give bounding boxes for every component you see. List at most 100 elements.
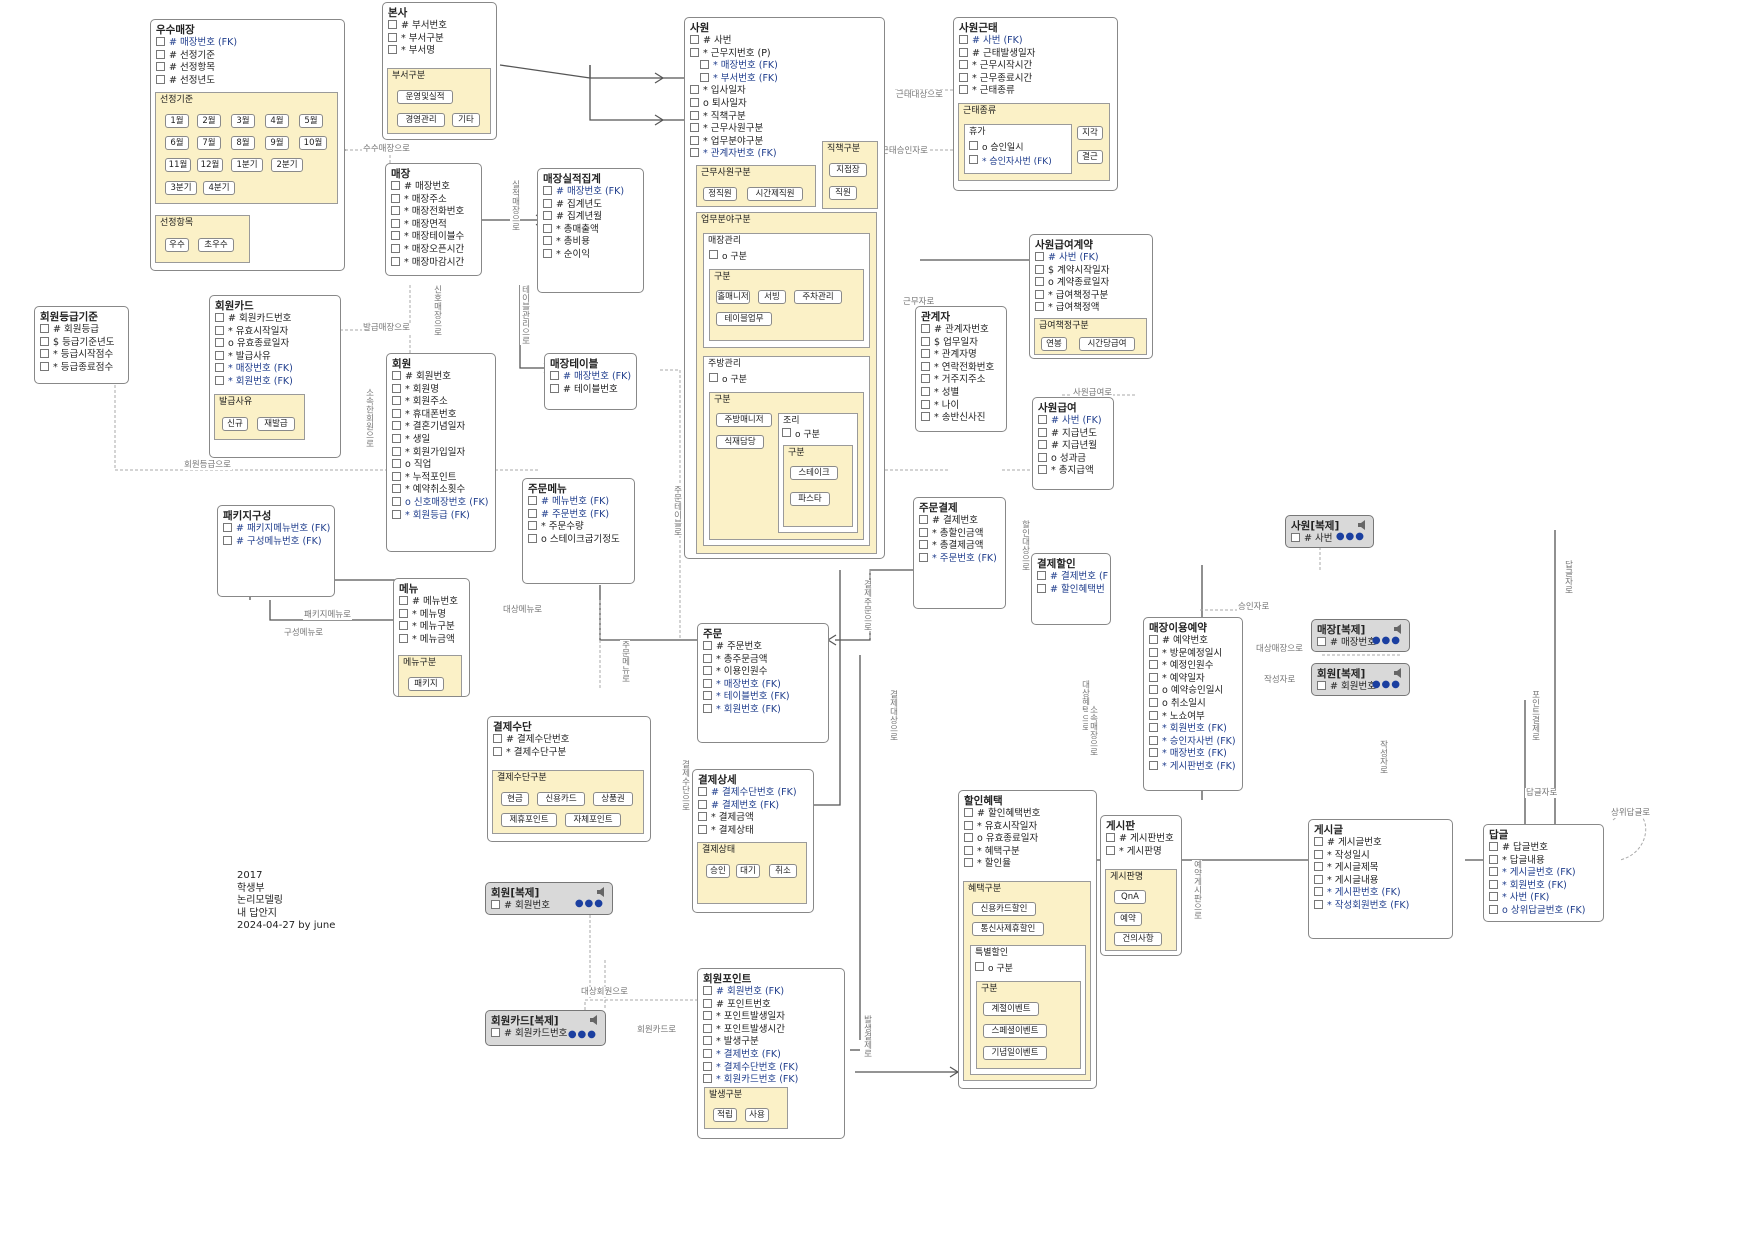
chip: 정직원 <box>703 187 737 201</box>
entity-member[interactable]: 회원 # 회원번호 * 회원명 * 회원주소 * 휴대폰번호 * 결혼기념일자 … <box>386 353 496 552</box>
attr: * 회원명 <box>405 383 439 395</box>
entity-payment-detail[interactable]: 결제상세 # 결제수단번호 (FK) # 결제번호 (FK) * 결제금액 * … <box>692 769 814 913</box>
attr: * 결제금액 <box>711 812 754 824</box>
chip: 3분기 <box>165 181 197 195</box>
attr: # 회원번호 <box>504 900 550 911</box>
chip: 6월 <box>165 136 189 150</box>
attr: # 지급년도 <box>1051 427 1097 439</box>
entity-store-table[interactable]: 매장테이블 # 매장번호 (FK) # 테이블번호 <box>544 353 637 410</box>
entity-post[interactable]: 게시글 # 게시글번호 * 작성일시 * 게시글제목 * 게시글내용 * 게시판… <box>1308 819 1453 939</box>
attr: # 게시글번호 <box>1327 837 1382 848</box>
attr: # 포인트번호 <box>716 998 771 1010</box>
entity-related-party[interactable]: 관계자 # 관계자번호 $ 업무일자 * 관계자명 * 연락전화번호 * 거주지… <box>915 306 1007 432</box>
entity-store-copy[interactable]: 매장[복제] # 매장번호 ●●● <box>1311 619 1410 652</box>
entity-title: 회원포인트 <box>703 973 752 985</box>
entity-board[interactable]: 게시판 # 게시판번호 * 게시판명 게시판명 QnA 예약 건의사항 <box>1100 815 1182 956</box>
entity-head-office[interactable]: 본사 # 부서번호 * 부서구분 * 부서명 부서구분 운영및실적 경영관리 기… <box>382 2 497 140</box>
entity-menu[interactable]: 메뉴 # 메뉴번호 * 메뉴명 * 메뉴구분 * 메뉴금액 메뉴구분 패키지 단… <box>393 578 470 697</box>
attr: * 작성일시 <box>1327 849 1370 861</box>
entity-reply[interactable]: 답글 # 답글번호 * 답글내용 * 게시글번호 (FK) * 회원번호 (FK… <box>1483 824 1604 922</box>
group-selection-criteria: 선정기준 1월 2월 3월 4월 5월 6월 7월 8월 9월 10월 11월 … <box>155 92 338 204</box>
attr: * 송반신사진 <box>934 412 986 424</box>
attr: * 결제수단구분 <box>506 746 567 758</box>
group-work-type: 근무사원구분 정직원 시간제직원 <box>696 165 816 207</box>
entity-member-copy-2[interactable]: 회원[복제] # 회원번호 ●●● <box>1311 663 1410 696</box>
group-store-mgmt: 매장관리 o 구분 구분 홀매니저 서빙 주차관리 테이블업무 <box>703 233 870 348</box>
speaker-icon <box>1394 668 1401 678</box>
attr: * 총지급액 <box>1051 465 1094 477</box>
entity-order[interactable]: 주문 # 주문번호 * 총주문금액 * 이용인원수 * 매장번호 (FK) * … <box>697 623 829 743</box>
entity-payment-discount[interactable]: 결제할인 # 결제번호 (F # 할인혜택번 <box>1031 553 1111 625</box>
attr: # 답글번호 <box>1502 842 1548 853</box>
entity-employee-copy[interactable]: 사원[복제] # 사번 ●●● <box>1285 515 1374 548</box>
attr: * 관계자번호 (FK) <box>703 148 777 160</box>
entity-salary-contract[interactable]: 사원급여계약 # 사번 (FK) $ 계약시작일자 o 계약종료일자 * 급여책… <box>1029 234 1153 359</box>
entity-discount-benefit[interactable]: 할인혜택 # 할인혜택번호 * 유효시작일자 o 유효종료일자 * 혜택구분 *… <box>958 790 1097 1089</box>
entity-reservation[interactable]: 매장이용예약 # 예약번호 * 방문예정일시 * 예정인원수 * 예약일자 o … <box>1143 617 1243 791</box>
rel-label: 작성자로 <box>1378 740 1388 774</box>
attr: # 패키지메뉴번호 (FK) <box>236 523 331 534</box>
chip: 우수 <box>165 238 189 252</box>
chip: 직원 <box>829 186 857 200</box>
attr: * 총할인금액 <box>932 527 984 539</box>
entity-title: 사원 <box>690 22 710 34</box>
group-sub: 구분 주방매니저 식재담당 조리 o 구분 구분 스테이크 파스타 <box>709 392 864 540</box>
attr: # 집계년월 <box>556 211 602 223</box>
chip: 사용 <box>745 1108 769 1122</box>
entity-member-grade[interactable]: 회원등급기준 # 회원등급 $ 등급기준년도 * 등급시작점수 * 등급종료점수 <box>34 306 129 384</box>
group-title: 결제상태 <box>702 845 736 855</box>
attr: # 테이블번호 <box>563 383 618 395</box>
entity-store[interactable]: 매장 # 매장번호 * 매장주소 * 매장전화번호 * 매장면적 * 매장테이블… <box>385 163 482 276</box>
entity-member-card-copy[interactable]: 회원카드[복제] # 회원카드번호 ●●● <box>485 1010 606 1046</box>
attr: * 순이익 <box>556 248 590 260</box>
attr: * 연락전화번호 <box>934 361 995 373</box>
chip: 1분기 <box>231 158 263 172</box>
attr: # 회원카드번호 <box>228 313 292 324</box>
attr: # 관계자번호 <box>934 324 989 335</box>
rel-label: 주문메뉴로 <box>620 640 630 683</box>
group-title: 업무분야구분 <box>701 215 751 225</box>
rel-label: 신호매장으로 <box>432 285 442 336</box>
more-icon: ●●● <box>1335 531 1365 543</box>
attr: $ 등급기준년도 <box>53 336 115 348</box>
entity-store-performance[interactable]: 매장실적집계 # 매장번호 (FK) # 집계년도 # 집계년월 * 총매출액 … <box>537 168 644 293</box>
entity-package[interactable]: 패키지구성 # 패키지메뉴번호 (FK) # 구성메뉴번호 (FK) <box>217 505 335 597</box>
entity-title: 회원카드[복제] <box>491 1015 559 1027</box>
entity-employee-attendance[interactable]: 사원근태 # 사번 (FK) # 근태발생일자 * 근무시작시간 * 근무종료시… <box>953 17 1118 191</box>
entity-order-menu[interactable]: 주문메뉴 # 메뉴번호 (FK) # 주문번호 (FK) * 주문수량 o 스테… <box>522 478 635 584</box>
chip: 서빙 <box>758 290 786 304</box>
chip: 적립 <box>713 1108 737 1122</box>
attr: * 게시글내용 <box>1327 874 1379 886</box>
rel-label: 회원카드로 <box>636 1025 678 1035</box>
attr: o 구분 <box>782 428 820 441</box>
attr: * 회원번호 (FK) <box>228 375 293 387</box>
entity-member-card[interactable]: 회원카드 # 회원카드번호 * 유효시작일자 o 유효종료일자 * 발급사유 *… <box>209 295 341 458</box>
entity-title: 사원급여계약 <box>1035 239 1093 251</box>
chip: 기념일이벤트 <box>983 1046 1047 1060</box>
entity-member-point[interactable]: 회원포인트 # 회원번호 (FK) # 포인트번호 * 포인트발생일자 * 포인… <box>697 968 845 1139</box>
attr: # 선정항목 <box>169 62 215 74</box>
chip: 8월 <box>231 136 255 150</box>
attr: # 회원등급 <box>53 324 99 335</box>
attr: # 매장번호 <box>1330 637 1376 648</box>
entity-member-copy[interactable]: 회원[복제] # 회원번호 ●●● <box>485 882 613 915</box>
entity-employee-salary[interactable]: 사원급여 # 사번 (FK) # 지급년도 # 지급년월 o 성과금 * 총지급… <box>1032 397 1114 490</box>
speaker-icon <box>1358 520 1365 530</box>
attr: * 회원번호 (FK) <box>716 703 781 715</box>
entity-title: 게시판 <box>1106 820 1135 832</box>
attr: # 할인혜택번 <box>1050 583 1105 595</box>
attr: # 게시판번호 <box>1119 833 1174 844</box>
attr: * 결제상태 <box>711 824 754 836</box>
entity-title: 매장이용예약 <box>1149 622 1207 634</box>
group-title: 특별할인 <box>975 948 1009 958</box>
chip: 12월 <box>197 158 223 172</box>
entity-employee[interactable]: 사원 # 사번 * 근무지번호 (P) * 매장번호 (FK) * 부서번호 (… <box>684 17 885 559</box>
group-method-type: 결제수단구분 현금 신용카드 상품권 제휴포인트 자체포인트 <box>492 770 644 834</box>
chip: 주방매니저 <box>716 413 772 427</box>
entity-payment-method[interactable]: 결제수단 # 결제수단번호 * 결제수단구분 결제수단구분 현금 신용카드 상품… <box>487 716 651 842</box>
chip: 대기 <box>736 864 760 878</box>
entity-excellent-store[interactable]: 우수매장 # 매장번호 (FK) # 선정기준 # 선정항목 # 선정년도 선정… <box>150 19 345 271</box>
attr: * 메뉴구분 <box>412 621 455 633</box>
attr: * 입사일자 <box>703 85 746 97</box>
entity-order-payment[interactable]: 주문결제 # 결제번호 * 총할인금액 * 총결제금액 * 주문번호 (FK) <box>913 497 1006 609</box>
